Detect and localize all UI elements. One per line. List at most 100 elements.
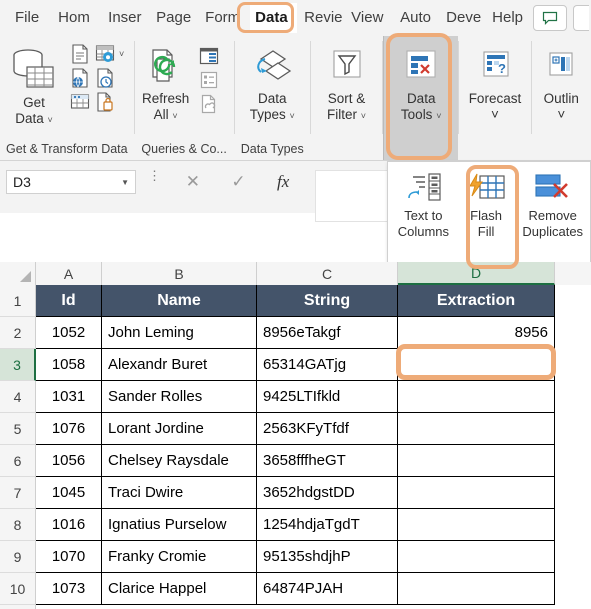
cell-c1[interactable]: String [257,285,398,317]
tab-home[interactable]: Hom [53,3,101,33]
row-header-10[interactable]: 10 [0,573,36,605]
cell-b2[interactable]: John Leming [102,317,257,349]
cell-b3[interactable]: Alexandr Buret [102,349,257,381]
cell-d7[interactable] [398,477,555,509]
existing-connections-icon[interactable] [69,91,91,113]
refresh-all-button[interactable]: Refresh All ˅ [135,41,197,126]
cell-c10[interactable]: 64874PJAH [257,573,398,605]
comments-button[interactable] [533,5,567,31]
cell-c7[interactable]: 3652hdgstDD [257,477,398,509]
cell-d2[interactable]: 8956 [398,317,555,349]
forecast-button[interactable]: ? Forecast ˅ [460,41,530,125]
row-overflow [555,413,591,445]
cell-b5[interactable]: Lorant Jordine [102,413,257,445]
column-header-b[interactable]: B [102,262,257,285]
name-box[interactable]: D3 ▼ [6,170,136,194]
text-to-columns-button[interactable]: Text to Columns [392,168,455,244]
chevron-down-icon[interactable]: ▼ [121,178,129,187]
tab-view[interactable]: View [346,3,393,33]
cell-b10[interactable]: Clarice Happel [102,573,257,605]
cell-d6[interactable] [398,445,555,477]
cell-c3[interactable]: 65314GATjg [257,349,398,381]
column-header-d[interactable]: D [398,262,555,285]
cell-a4[interactable]: 1031 [36,381,102,413]
edit-links-icon[interactable] [198,93,220,115]
row-header-9[interactable]: 9 [0,541,36,573]
refresh-all-label-2: All [153,107,169,122]
select-all-corner[interactable] [0,262,36,285]
cell-c5[interactable]: 2563KFyTfdf [257,413,398,445]
tab-formulas[interactable]: Form [200,3,248,33]
row-header-1[interactable]: 1 [0,285,36,317]
tab-insert[interactable]: Inser [103,3,149,33]
cell-a7[interactable]: 1045 [36,477,102,509]
cell-d5[interactable] [398,413,555,445]
cell-a2[interactable]: 1052 [36,317,102,349]
tab-data[interactable]: Data [250,3,298,33]
tab-help[interactable]: Help [487,3,531,33]
cell-c6[interactable]: 3658fffheGT [257,445,398,477]
row-header-3[interactable]: 3 [0,349,36,381]
from-web-icon[interactable] [69,67,91,89]
cell-b7[interactable]: Traci Dwire [102,477,257,509]
queries-connections-icon[interactable] [198,45,220,67]
cell-d4[interactable] [398,381,555,413]
row-header-7[interactable]: 7 [0,477,36,509]
cell-c2[interactable]: 8956eTakgf [257,317,398,349]
cell-a9[interactable]: 1070 [36,541,102,573]
row-overflow [555,509,591,541]
cell-b1[interactable]: Name [102,285,257,317]
cell-d3-selected[interactable] [398,349,555,381]
row-header-8[interactable]: 8 [0,509,36,541]
cell-a3[interactable]: 1058 [36,349,102,381]
cancel-entry-button[interactable]: ✕ [186,172,200,192]
cell-a1[interactable]: Id [36,285,102,317]
properties-icon[interactable] [198,69,220,91]
row-header-5[interactable]: 5 [0,413,36,445]
tab-page-layout[interactable]: Page [151,3,198,33]
cell-a6[interactable]: 1056 [36,445,102,477]
cell-b9[interactable]: Franky Cromie [102,541,257,573]
formula-bar-options-icon[interactable]: ⋮ [148,169,161,182]
cell-b4[interactable]: Sander Rolles [102,381,257,413]
confirm-entry-button[interactable]: ✓ [231,172,245,192]
get-data-button[interactable]: Get Data ˅ [0,41,68,130]
cell-d8[interactable] [398,509,555,541]
remove-duplicates-button[interactable]: Remove Duplicates [517,168,588,244]
tab-developer[interactable]: Deve [441,3,485,33]
from-text-csv-icon[interactable] [69,43,91,65]
from-table-range-icon[interactable] [94,43,116,65]
cell-a10[interactable]: 1073 [36,573,102,605]
cell-a8[interactable]: 1016 [36,509,102,541]
column-header-a[interactable]: A [36,262,102,285]
cell-d10[interactable] [398,573,555,605]
sort-filter-button[interactable]: Sort & Filter ˅ [311,41,381,126]
ribbon: Get Data ˅ ˅ Get & Transform Data Refres… [0,36,591,161]
share-button[interactable] [573,5,589,31]
tab-file[interactable]: File [1,3,51,33]
from-database-icon[interactable] [94,91,116,113]
tab-automate[interactable]: Auto [395,3,439,33]
forecast-icon: ? [483,51,509,77]
cell-c4[interactable]: 9425LTIfkld [257,381,398,413]
row-overflow [555,445,591,477]
cell-d1[interactable]: Extraction [398,285,555,317]
cell-d9[interactable] [398,541,555,573]
cell-c9[interactable]: 95135shdjhP [257,541,398,573]
chevron-down-icon[interactable]: ˅ [119,49,124,59]
column-header-c[interactable]: C [257,262,398,285]
flash-fill-button[interactable]: Flash Fill [455,168,518,244]
cell-b6[interactable]: Chelsey Raysdale [102,445,257,477]
row-header-4[interactable]: 4 [0,381,36,413]
insert-function-button[interactable]: fx [277,172,289,192]
row-header-2[interactable]: 2 [0,317,36,349]
recent-sources-icon[interactable] [94,67,116,89]
cell-c8[interactable]: 1254hdjaTgdT [257,509,398,541]
tab-review[interactable]: Revie [299,3,344,33]
cell-b8[interactable]: Ignatius Purselow [102,509,257,541]
data-tools-button[interactable]: Data Tools ˅ [385,41,457,126]
outline-button[interactable]: Outlin ˅ [532,41,590,125]
cell-a5[interactable]: 1076 [36,413,102,445]
data-types-button[interactable]: Data Types ˅ [237,41,307,126]
row-header-6[interactable]: 6 [0,445,36,477]
